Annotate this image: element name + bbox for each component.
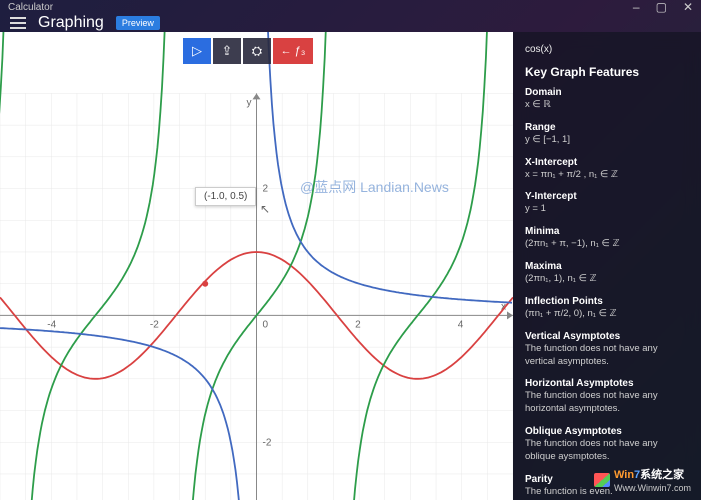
feature-name: Y-Intercept — [525, 191, 689, 202]
feature-block: Horizontal AsymptotesThe function does n… — [525, 378, 689, 416]
feature-value: The function is even. — [525, 486, 689, 499]
feature-name: Horizontal Asymptotes — [525, 378, 689, 389]
feature-block: Oblique AsymptotesThe function does not … — [525, 426, 689, 464]
svg-text:2: 2 — [263, 184, 269, 195]
feature-name: Oblique Asymptotes — [525, 426, 689, 437]
feature-name: Domain — [525, 87, 689, 98]
feature-name: X-Intercept — [525, 157, 689, 168]
feature-value: y = 1 — [525, 203, 689, 216]
feature-name: Minima — [525, 226, 689, 237]
content-area: -4-224-220xy (-1.0, 0.5) @蓝点网 Landian.Ne… — [0, 32, 701, 500]
svg-text:-2: -2 — [150, 319, 159, 330]
feature-value: The function does not have any oblique a… — [525, 438, 689, 464]
share-button[interactable]: ⇪ — [213, 38, 241, 64]
minimize-button[interactable]: – — [633, 0, 640, 14]
mode-title: Graphing — [38, 14, 104, 32]
feature-block: Domainx ∈ ℝ — [525, 87, 689, 112]
app-window: { "app": { "title": "Calculator" }, "win… — [0, 0, 701, 500]
feature-name: Vertical Asymptotes — [525, 331, 689, 342]
close-button[interactable]: ✕ — [683, 0, 693, 14]
hamburger-icon[interactable] — [10, 17, 26, 29]
maximize-button[interactable]: ▢ — [656, 0, 667, 14]
graph-svg: -4-224-220xy — [0, 32, 513, 500]
feature-name: Maxima — [525, 261, 689, 272]
feature-value: (2πn₁ + π, −1), n₁ ∈ ℤ — [525, 238, 689, 251]
feature-value: x = πn₁ + π/2 , n₁ ∈ ℤ — [525, 169, 689, 182]
back-to-function-button[interactable]: ← ƒ₃ — [273, 38, 313, 64]
feature-value: y ∈ [−1, 1] — [525, 134, 689, 147]
window-titlebar: Calculator – ▢ ✕ — [0, 0, 701, 14]
feature-value: x ∈ ℝ — [525, 99, 689, 112]
svg-text:0: 0 — [263, 319, 269, 330]
feature-block: Y-Intercepty = 1 — [525, 191, 689, 216]
graph-toolbar: ▷ ⇪ ⛭ ← ƒ₃ — [183, 38, 313, 64]
graph-settings-button[interactable]: ⛭ — [243, 38, 271, 64]
feature-value: (2πn₁, 1), n₁ ∈ ℤ — [525, 273, 689, 286]
feature-value: The function does not have any vertical … — [525, 343, 689, 369]
key-features-panel: cos(x) Key Graph Features Domainx ∈ ℝ Ran… — [513, 32, 701, 500]
svg-text:-4: -4 — [47, 319, 56, 330]
preview-badge: Preview — [116, 16, 160, 30]
feature-name: Parity — [525, 474, 689, 485]
feature-block: Minima(2πn₁ + π, −1), n₁ ∈ ℤ — [525, 226, 689, 251]
trace-button[interactable]: ▷ — [183, 38, 211, 64]
feature-name: Inflection Points — [525, 296, 689, 307]
svg-text:2: 2 — [355, 319, 361, 330]
feature-block: Inflection Points(πn₁ + π/2, 0), n₁ ∈ ℤ — [525, 296, 689, 321]
feature-name: Range — [525, 122, 689, 133]
feature-block: ParityThe function is even. — [525, 474, 689, 499]
panel-title: Key Graph Features — [525, 65, 689, 79]
feature-block: Vertical AsymptotesThe function does not… — [525, 331, 689, 369]
features-list: Domainx ∈ ℝRangey ∈ [−1, 1]X-Interceptx … — [525, 87, 689, 500]
feature-block: Rangey ∈ [−1, 1] — [525, 122, 689, 147]
function-expression: cos(x) — [525, 44, 552, 55]
graph-canvas[interactable]: -4-224-220xy (-1.0, 0.5) @蓝点网 Landian.Ne… — [0, 32, 513, 500]
feature-block: Maxima(2πn₁, 1), n₁ ∈ ℤ — [525, 261, 689, 286]
cursor-icon: ↖ — [260, 202, 270, 216]
svg-text:4: 4 — [458, 319, 464, 330]
trace-tooltip: (-1.0, 0.5) — [195, 187, 256, 206]
feature-value: (πn₁ + π/2, 0), n₁ ∈ ℤ — [525, 308, 689, 321]
app-header: Graphing Preview — [0, 14, 701, 32]
feature-block: X-Interceptx = πn₁ + π/2 , n₁ ∈ ℤ — [525, 157, 689, 182]
feature-value: The function does not have any horizonta… — [525, 390, 689, 416]
svg-text:y: y — [247, 97, 252, 108]
window-controls: – ▢ ✕ — [633, 0, 693, 14]
app-title: Calculator — [8, 2, 53, 13]
svg-text:-2: -2 — [263, 437, 272, 448]
